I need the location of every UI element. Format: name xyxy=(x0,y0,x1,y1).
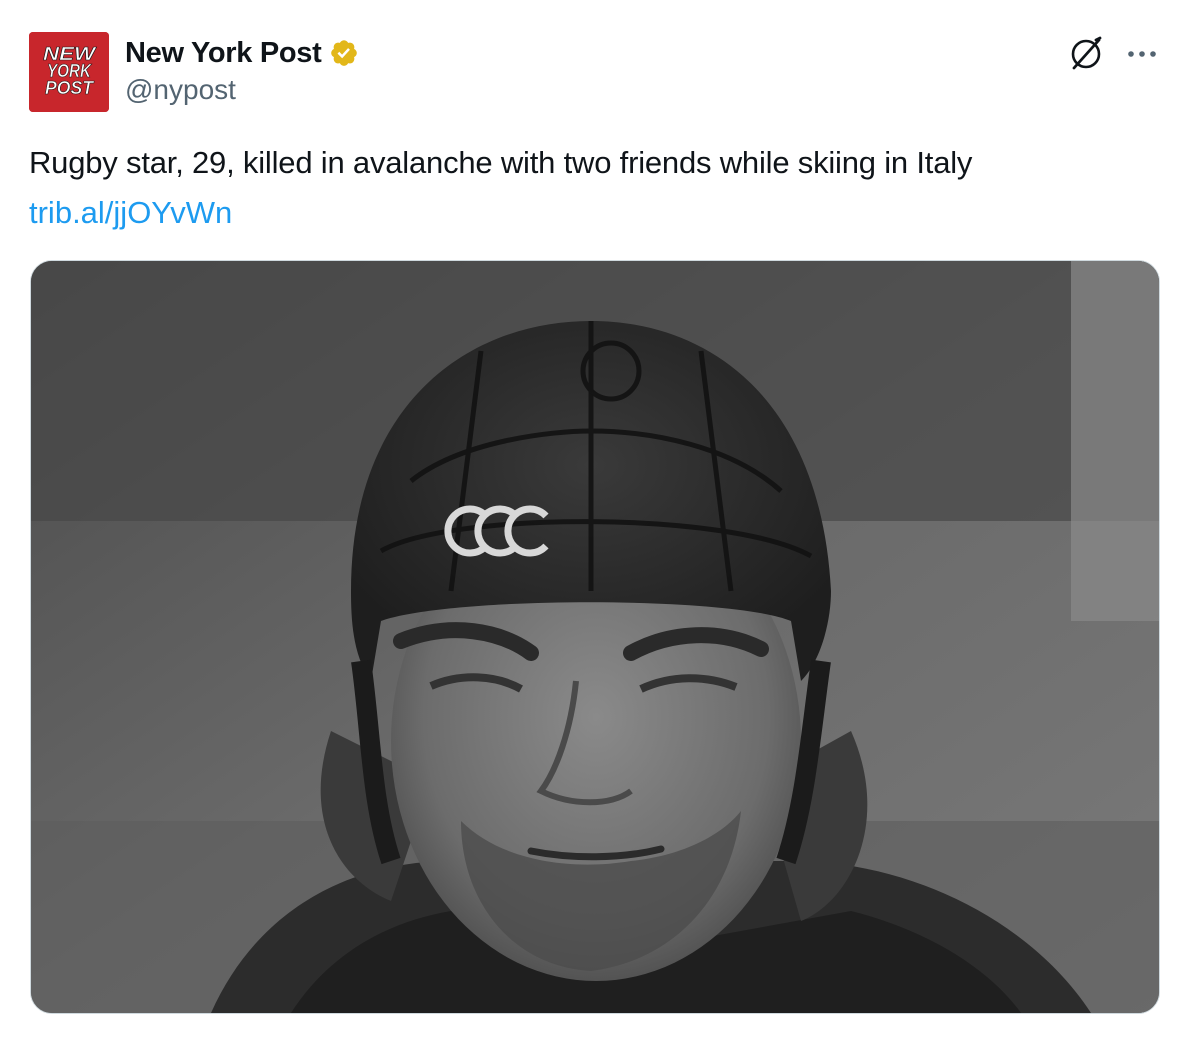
tweet-text: Rugby star, 29, killed in avalanche with… xyxy=(29,145,973,180)
tweet-card: NEW YORK POST New York Post @nypost Rugb xyxy=(0,0,1190,1042)
author-name-row[interactable]: New York Post xyxy=(125,34,359,72)
photo-image xyxy=(31,261,1159,1013)
tweet-photo[interactable] xyxy=(30,260,1160,1014)
verified-badge-icon[interactable] xyxy=(329,38,359,68)
grok-icon[interactable] xyxy=(1066,34,1106,74)
avatar[interactable]: NEW YORK POST xyxy=(29,32,109,112)
author-handle[interactable]: @nypost xyxy=(125,74,236,106)
svg-text:POST: POST xyxy=(45,78,95,98)
new-york-post-logo: NEW YORK POST xyxy=(29,32,109,112)
display-name[interactable]: New York Post xyxy=(125,37,322,70)
more-icon[interactable] xyxy=(1124,36,1160,72)
tweet-link[interactable]: trib.al/jjOYvWn xyxy=(29,190,232,236)
